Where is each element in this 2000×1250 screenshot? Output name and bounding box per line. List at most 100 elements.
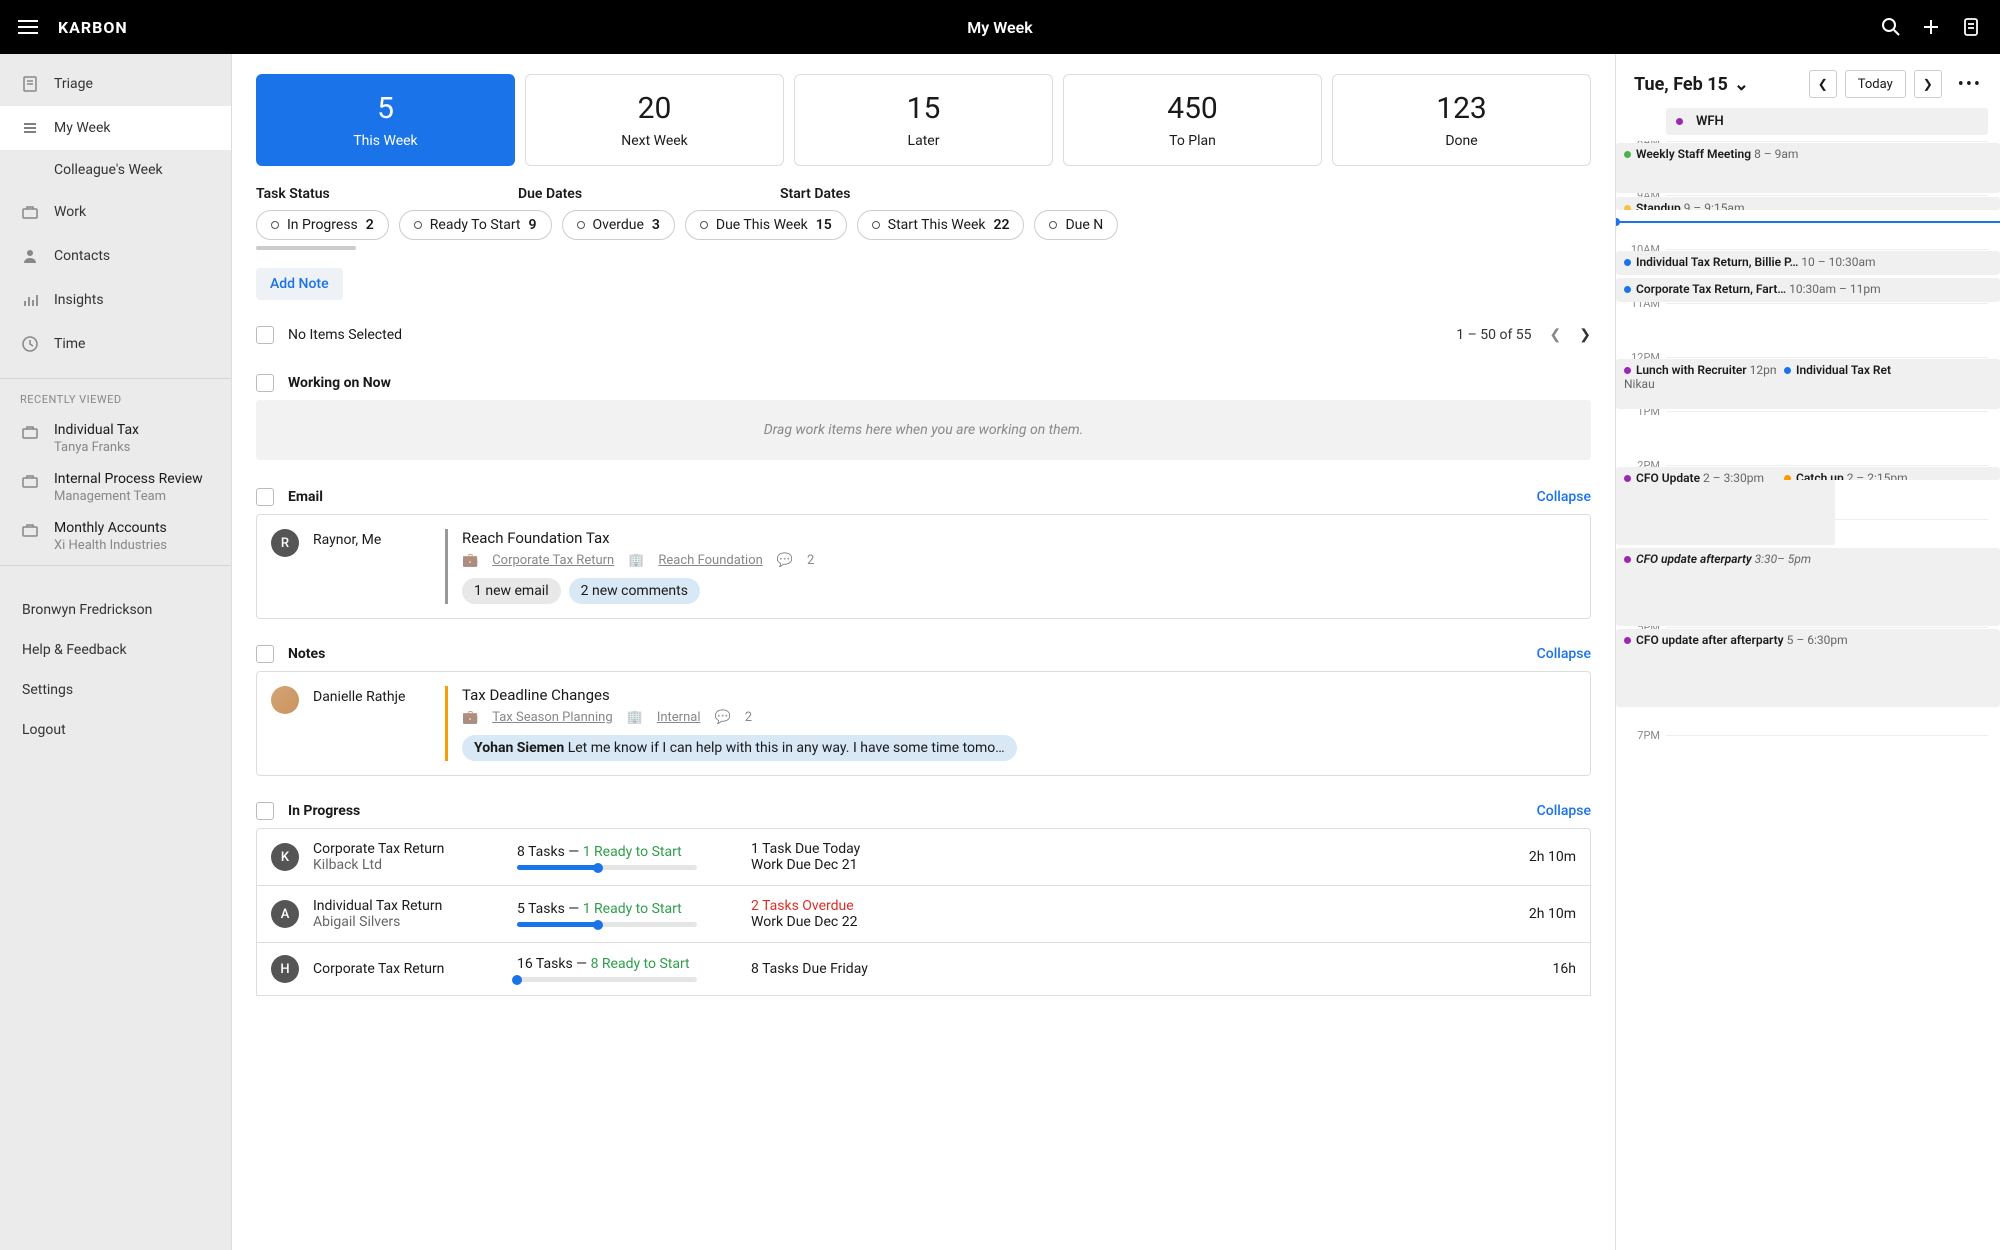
calendar-event[interactable]: Catch up 2 – 2:15pm xyxy=(1776,467,2000,480)
progress-bar[interactable] xyxy=(517,977,697,982)
filter-pill[interactable]: Due N xyxy=(1034,210,1118,240)
task-status-label: Task Status xyxy=(256,186,518,202)
chip-new-comments[interactable]: 2 new comments xyxy=(569,578,700,604)
calendar-event[interactable]: CFO update afterparty 3:30– 5pm xyxy=(1616,548,2000,626)
avatar: R xyxy=(271,529,299,557)
work-item[interactable]: H Corporate Tax Return 16 Tasks — 8 Read… xyxy=(256,943,1591,996)
pagination-text: 1 – 50 of 55 xyxy=(1456,327,1531,343)
calendar-event[interactable]: CFO update after afterparty 5 – 6:30pm xyxy=(1616,629,2000,707)
logo: KARBON xyxy=(58,18,128,37)
reply-chip[interactable]: Yohan Siemen Let me know if I can help w… xyxy=(462,735,1017,761)
next-day[interactable]: ❯ xyxy=(1914,70,1942,98)
next-page[interactable]: ❯ xyxy=(1579,327,1591,343)
progress-bar[interactable] xyxy=(517,865,697,870)
recent-item[interactable]: Internal Process ReviewManagement Team xyxy=(0,463,231,512)
nav-contacts[interactable]: Contacts xyxy=(0,234,231,278)
select-all-checkbox[interactable] xyxy=(256,326,274,344)
status-dot xyxy=(1049,221,1057,229)
working-checkbox[interactable] xyxy=(256,374,274,392)
footer-item[interactable]: Settings xyxy=(0,670,231,710)
week-card-to-plan[interactable]: 450To Plan xyxy=(1063,74,1322,166)
filter-pill[interactable]: Start This Week22 xyxy=(857,210,1025,240)
filter-pill[interactable]: Ready To Start9 xyxy=(399,210,552,240)
nav-triage[interactable]: Triage xyxy=(0,62,231,106)
briefcase-icon: 💼 xyxy=(462,710,478,725)
calendar-event[interactable]: Individual Tax Return, Billie P… 10 – 10… xyxy=(1616,251,2000,275)
footer-item[interactable]: Logout xyxy=(0,710,231,750)
recent-item[interactable]: Monthly AccountsXi Health Industries xyxy=(0,512,231,561)
selection-text: No Items Selected xyxy=(288,327,402,343)
add-icon[interactable] xyxy=(1920,16,1942,38)
list-icon xyxy=(20,118,40,138)
building-icon: 🏢 xyxy=(628,553,644,568)
week-card-done[interactable]: 123Done xyxy=(1332,74,1591,166)
recent-label: RECENTLY VIEWED xyxy=(0,383,231,414)
due-dates-label: Due Dates xyxy=(518,186,780,202)
progress-checkbox[interactable] xyxy=(256,802,274,820)
collapse-progress[interactable]: Collapse xyxy=(1537,803,1591,819)
prev-day[interactable]: ❮ xyxy=(1809,70,1837,98)
filter-pill[interactable]: Due This Week15 xyxy=(685,210,847,240)
week-card-next-week[interactable]: 20Next Week xyxy=(525,74,784,166)
prev-page[interactable]: ❮ xyxy=(1550,327,1562,343)
drop-zone[interactable]: Drag work items here when you are workin… xyxy=(256,400,1591,460)
all-day-event[interactable]: WFH xyxy=(1666,108,1988,135)
today-button[interactable]: Today xyxy=(1845,70,1906,98)
filter-pill[interactable]: Overdue3 xyxy=(562,210,675,240)
email-item[interactable]: R Raynor, Me Reach Foundation Tax 💼Corpo… xyxy=(256,514,1591,619)
avatar: A xyxy=(271,900,299,928)
briefcase-icon xyxy=(20,202,40,222)
collapse-email[interactable]: Collapse xyxy=(1537,489,1591,505)
main-content: 5This Week20Next Week15Later450To Plan12… xyxy=(232,54,1615,1250)
calendar-panel: Tue, Feb 15⌄ ❮ Today ❯ ••• WFH 8AM9AM10A… xyxy=(1615,54,2000,1250)
recent-item[interactable]: Individual TaxTanya Franks xyxy=(0,414,231,463)
in-progress-section: In Progress xyxy=(288,803,360,819)
nav-colleague-week[interactable]: Colleague's Week xyxy=(0,150,231,190)
briefcase-icon xyxy=(20,422,40,442)
horizontal-scrollbar[interactable] xyxy=(256,246,356,250)
week-card-later[interactable]: 15Later xyxy=(794,74,1053,166)
chip-new-email[interactable]: 1 new email xyxy=(462,578,561,604)
calendar-date[interactable]: Tue, Feb 15⌄ xyxy=(1634,74,1801,95)
nav-insights[interactable]: Insights xyxy=(0,278,231,322)
more-icon[interactable]: ••• xyxy=(1958,74,1982,95)
status-dot xyxy=(872,221,880,229)
footer-item[interactable]: Help & Feedback xyxy=(0,630,231,670)
chart-icon xyxy=(20,290,40,310)
nav-my-week[interactable]: My Week xyxy=(0,106,231,150)
working-section: Working on Now xyxy=(288,375,391,391)
triage-icon xyxy=(20,74,40,94)
calendar-event[interactable]: Weekly Staff Meeting 8 – 9am xyxy=(1616,143,2000,193)
note-item[interactable]: Danielle Rathje Tax Deadline Changes 💼Ta… xyxy=(256,671,1591,776)
briefcase-icon: 💼 xyxy=(462,553,478,568)
chevron-down-icon: ⌄ xyxy=(1734,74,1749,95)
week-card-this-week[interactable]: 5This Week xyxy=(256,74,515,166)
email-section: Email xyxy=(288,489,323,505)
status-dot xyxy=(700,221,708,229)
comment-icon: 💬 xyxy=(777,553,793,568)
calendar-event[interactable]: Standup 9 – 9:15am xyxy=(1616,197,2000,210)
add-note-button[interactable]: Add Note xyxy=(256,268,343,300)
notes-checkbox[interactable] xyxy=(256,645,274,663)
comment-icon: 💬 xyxy=(715,710,731,725)
start-dates-label: Start Dates xyxy=(780,186,850,202)
email-checkbox[interactable] xyxy=(256,488,274,506)
footer-item[interactable]: Bronwyn Fredrickson xyxy=(0,590,231,630)
calendar-event[interactable]: Corporate Tax Return, Fart… 10:30am – 11… xyxy=(1616,278,2000,302)
hour-label: 7PM xyxy=(1622,729,1660,742)
work-item[interactable]: K Corporate Tax ReturnKilback Ltd 8 Task… xyxy=(256,828,1591,886)
menu-toggle[interactable] xyxy=(18,20,38,34)
person-icon xyxy=(20,246,40,266)
work-item[interactable]: A Individual Tax ReturnAbigail Silvers 5… xyxy=(256,886,1591,943)
nav-work[interactable]: Work xyxy=(0,190,231,234)
briefcase-icon xyxy=(20,471,40,491)
calendar-event[interactable]: Individual Tax Ret xyxy=(1776,359,2000,409)
nav-time[interactable]: Time xyxy=(0,322,231,366)
briefcase-icon xyxy=(20,520,40,540)
status-dot xyxy=(271,221,279,229)
progress-bar[interactable] xyxy=(517,922,697,927)
filter-pill[interactable]: In Progress2 xyxy=(256,210,389,240)
search-icon[interactable] xyxy=(1880,16,1902,38)
notes-icon[interactable] xyxy=(1960,16,1982,38)
collapse-notes[interactable]: Collapse xyxy=(1537,646,1591,662)
